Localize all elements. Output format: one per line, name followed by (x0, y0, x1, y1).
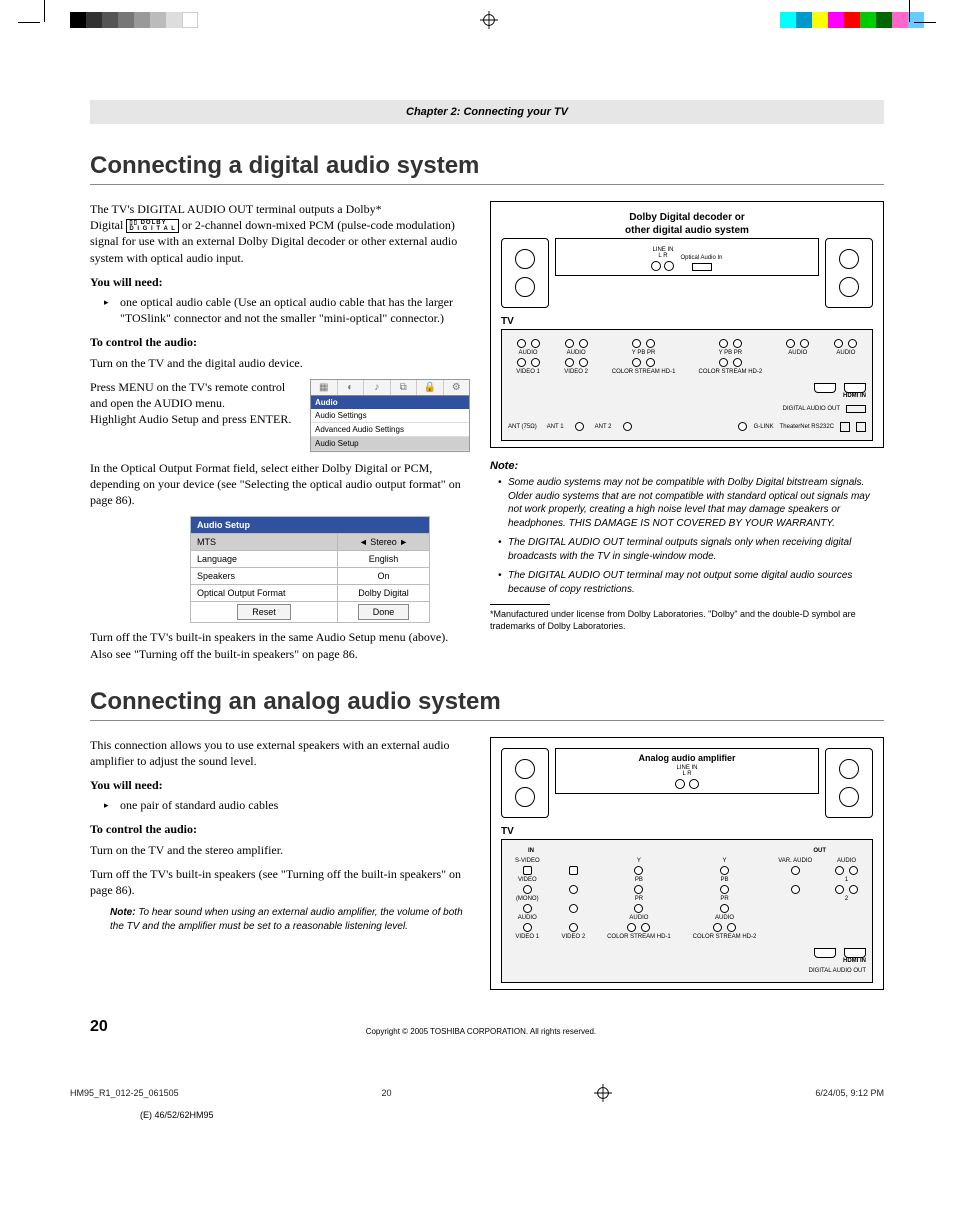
osd-menu-screenshot: ▦ ◐ ♪ ⧉ 🔒 ⚙ Audio Audio Settings Advance… (310, 379, 470, 452)
inline-note: Note: To hear sound when using an extern… (90, 906, 470, 933)
osd-row-value: English (338, 551, 430, 568)
menu-tab-icon: ◐ (338, 380, 365, 395)
model-code: (E) 46/52/62HM95 (0, 1110, 954, 1120)
intro-para: The TV's DIGITAL AUDIO OUT terminal outp… (90, 201, 470, 266)
diagram-title: Dolby Digital decoder or (501, 212, 873, 223)
osd-menu-item: Advanced Audio Settings (311, 423, 469, 437)
tv-back-panel: INOUT S-VIDEOVIDEO(MONO)AUDIOVIDEO 1 VID… (501, 839, 873, 983)
page-body: Chapter 2: Connecting your TV Connecting… (0, 40, 954, 1076)
osd-row-label: MTS (191, 534, 338, 551)
menu-instruction: Press MENU on the TV's remote control an… (90, 380, 285, 410)
copyright-text: Copyright © 2005 TOSHIBA CORPORATION. Al… (108, 1027, 854, 1036)
control-step: Turn on the TV and the stereo amplifier. (90, 842, 470, 858)
dolby-logo-icon: ▯▯ DOLBYD I G I T A L (126, 219, 179, 233)
note-item: The DIGITAL AUDIO OUT terminal outputs s… (498, 536, 884, 563)
note-item: Some audio systems may not be compatible… (498, 476, 884, 530)
page-number: 20 (90, 1018, 108, 1036)
tv-label: TV (501, 316, 873, 327)
chapter-heading: Chapter 2: Connecting your TV (90, 100, 884, 124)
registration-mark-icon (594, 1084, 612, 1102)
control-step: Turn off the TV's built-in speakers (see… (90, 866, 470, 898)
speaker-icon (825, 748, 873, 818)
menu-tab-icon: ⚙ (444, 380, 470, 395)
audio-setup-osd: Audio Setup MTS◄ Stereo ► LanguageEnglis… (190, 516, 430, 623)
need-item: one pair of standard audio cables (108, 797, 470, 813)
menu-tab-icon: ▦ (311, 380, 338, 395)
osd-row-value: On (338, 568, 430, 585)
control-audio-heading: To control the audio: (90, 334, 470, 350)
section-title-digital: Connecting a digital audio system (90, 152, 884, 185)
osd-row-value: Dolby Digital (338, 585, 430, 602)
you-will-need-heading: You will need: (90, 777, 470, 793)
print-slug-line: HM95_R1_012-25_061505 20 6/24/05, 9:12 P… (0, 1076, 954, 1104)
menu-tab-icon: ♪ (364, 380, 391, 395)
registration-mark-icon (480, 11, 498, 29)
connection-diagram-digital: Dolby Digital decoder or other digital a… (490, 201, 884, 448)
speaker-icon (501, 748, 549, 818)
osd-menu-item: Audio Settings (311, 409, 469, 423)
osd-row-label: Language (191, 551, 338, 568)
instruction-para: Turn off the TV's built-in speakers in t… (90, 629, 470, 661)
tv-back-panel: AUDIOVIDEO 1 AUDIOVIDEO 2 Y PB PRCOLOR S… (501, 329, 873, 441)
intro-para: This connection allows you to use extern… (90, 737, 470, 769)
print-filename: HM95_R1_012-25_061505 (70, 1088, 179, 1098)
section-title-analog: Connecting an analog audio system (90, 688, 884, 721)
speaker-icon (501, 238, 549, 308)
tv-label: TV (501, 826, 873, 837)
instruction-para: In the Optical Output Format field, sele… (90, 460, 470, 509)
osd-menu-header: Audio (311, 396, 469, 409)
osd-row-label: Speakers (191, 568, 338, 585)
osd-row-value: ◄ Stereo ► (338, 534, 430, 551)
menu-instruction: Highlight Audio Setup and press ENTER. (90, 412, 291, 426)
control-step: Turn on the TV and the digital audio dev… (90, 355, 470, 371)
menu-tab-icon: 🔒 (417, 380, 444, 395)
diagram-title: other digital audio system (501, 225, 873, 236)
connection-diagram-analog: Analog audio amplifier LINE IN L R TV IN… (490, 737, 884, 990)
osd-reset-button: Reset (237, 604, 291, 620)
you-will-need-heading: You will need: (90, 274, 470, 290)
receiver-icon: LINE INL R Optical Audio In (555, 238, 819, 276)
osd-row-label: Optical Output Format (191, 585, 338, 602)
amplifier-icon: Analog audio amplifier LINE IN L R (555, 748, 819, 794)
need-item: one optical audio cable (Use an optical … (108, 294, 470, 326)
osd-done-button: Done (358, 604, 410, 620)
note-heading: Note: (490, 460, 884, 472)
print-registration-top (0, 0, 954, 40)
print-page: 20 (382, 1088, 392, 1098)
dolby-footnote: *Manufactured under license from Dolby L… (490, 609, 884, 632)
osd-header: Audio Setup (191, 517, 430, 534)
menu-tab-icon: ⧉ (391, 380, 418, 395)
print-date: 6/24/05, 9:12 PM (815, 1088, 884, 1098)
osd-menu-item-selected: Audio Setup (311, 437, 469, 451)
control-audio-heading: To control the audio: (90, 821, 470, 837)
note-item: The DIGITAL AUDIO OUT terminal may not o… (498, 569, 884, 596)
speaker-icon (825, 238, 873, 308)
